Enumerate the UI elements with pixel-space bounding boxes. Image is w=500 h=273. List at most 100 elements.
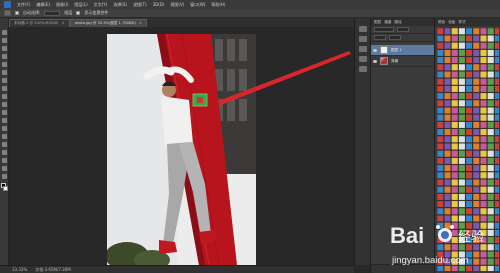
style-swatch[interactable] [458,171,466,179]
style-swatch[interactable] [443,92,451,100]
style-swatch[interactable] [472,135,480,143]
style-swatch[interactable] [494,207,499,215]
style-swatch[interactable] [487,207,495,215]
move-tool-icon[interactable] [2,30,7,35]
tab-styles[interactable]: 样式 [458,20,465,25]
style-swatch[interactable] [487,99,495,107]
style-swatch[interactable] [480,128,488,136]
style-swatch[interactable] [472,207,480,215]
style-swatch[interactable] [451,186,459,194]
style-swatch[interactable] [487,71,495,79]
style-swatch[interactable] [487,193,495,201]
style-swatch[interactable] [480,28,487,35]
style-swatch[interactable] [472,63,480,71]
canvas-workspace[interactable] [9,27,354,265]
style-swatch[interactable] [480,63,488,71]
style-swatch[interactable] [480,164,488,172]
style-swatch[interactable] [437,171,444,179]
style-swatch[interactable] [494,186,499,194]
style-swatch[interactable] [465,193,473,201]
style-swatch[interactable] [437,56,444,64]
style-swatch[interactable] [480,150,488,158]
style-swatch[interactable] [443,71,451,79]
style-swatch[interactable] [451,207,459,215]
style-swatch[interactable] [465,106,473,114]
style-swatch[interactable] [451,63,459,71]
style-swatch[interactable] [487,135,495,143]
menu-edit[interactable]: 编辑(E) [36,0,50,9]
pen-tool-icon[interactable] [2,142,7,147]
style-swatch[interactable] [465,92,473,100]
style-swatch[interactable] [443,128,451,136]
style-swatch[interactable] [465,85,473,93]
lock-buttons[interactable] [374,35,386,40]
menu-filter[interactable]: 滤镜(T) [133,0,147,9]
style-swatch[interactable] [451,71,459,79]
gradient-tool-icon[interactable] [2,118,7,123]
style-swatch[interactable] [451,164,459,172]
style-swatch[interactable] [458,49,466,57]
style-swatch[interactable] [443,99,451,107]
style-swatch[interactable] [472,142,480,150]
style-swatch[interactable] [437,143,444,150]
type-tool-icon[interactable] [2,150,7,155]
style-swatch[interactable] [458,193,466,201]
style-swatch[interactable] [458,164,466,172]
style-swatch[interactable] [487,34,495,42]
style-swatch[interactable] [472,71,480,79]
paragraph-panel-icon[interactable] [359,66,367,72]
style-swatch[interactable] [443,114,451,122]
style-swatch[interactable] [487,157,495,165]
style-swatch[interactable] [458,128,466,136]
style-swatch[interactable] [458,85,466,93]
lasso-tool-icon[interactable] [2,46,7,51]
style-swatch[interactable] [472,42,480,50]
style-swatch[interactable] [480,157,488,165]
style-swatch[interactable] [458,186,466,194]
style-swatch[interactable] [443,56,451,64]
style-swatch[interactable] [472,28,480,35]
style-swatch[interactable] [494,193,499,201]
menu-select[interactable]: 选择(S) [113,0,127,9]
style-swatch[interactable] [465,150,473,158]
style-swatch[interactable] [443,34,451,42]
style-swatch[interactable] [465,71,473,79]
style-swatch[interactable] [494,121,499,129]
tab-swatches[interactable]: 色板 [448,20,455,25]
style-swatch[interactable] [487,56,495,64]
eye-icon[interactable] [373,59,377,63]
style-swatch[interactable] [458,207,466,215]
style-swatch[interactable] [437,164,444,172]
style-swatch[interactable] [472,193,480,201]
style-swatch[interactable] [458,71,466,79]
style-swatch[interactable] [480,193,488,201]
style-swatch[interactable] [472,121,480,129]
style-swatch[interactable] [465,49,473,57]
style-swatch[interactable] [458,200,466,208]
menu-window[interactable]: 窗口(W) [190,0,205,9]
style-swatch[interactable] [437,150,444,158]
style-swatch[interactable] [444,28,451,35]
close-icon[interactable]: × [139,20,142,27]
style-swatch[interactable] [487,171,495,179]
style-swatch[interactable] [472,114,480,122]
style-swatch[interactable] [494,85,499,93]
style-swatch[interactable] [465,178,473,186]
style-swatch[interactable] [437,157,444,165]
style-swatch[interactable] [487,178,495,186]
style-swatch[interactable] [437,49,444,57]
style-swatch[interactable] [494,128,499,136]
style-swatch[interactable] [480,171,488,179]
style-swatch[interactable] [443,150,451,158]
style-swatch[interactable] [443,135,451,143]
menu-3d[interactable]: 3D(D) [153,0,165,9]
style-swatch[interactable] [451,200,459,208]
show-transform-checkbox[interactable] [76,11,81,15]
style-swatch[interactable] [458,178,466,186]
style-swatch[interactable] [437,193,444,201]
auto-select-dropdown[interactable] [44,10,61,16]
style-swatch[interactable] [437,179,444,186]
style-swatch[interactable] [458,157,466,165]
style-swatch[interactable] [443,157,451,165]
eyedropper-tool-icon[interactable] [2,70,7,75]
